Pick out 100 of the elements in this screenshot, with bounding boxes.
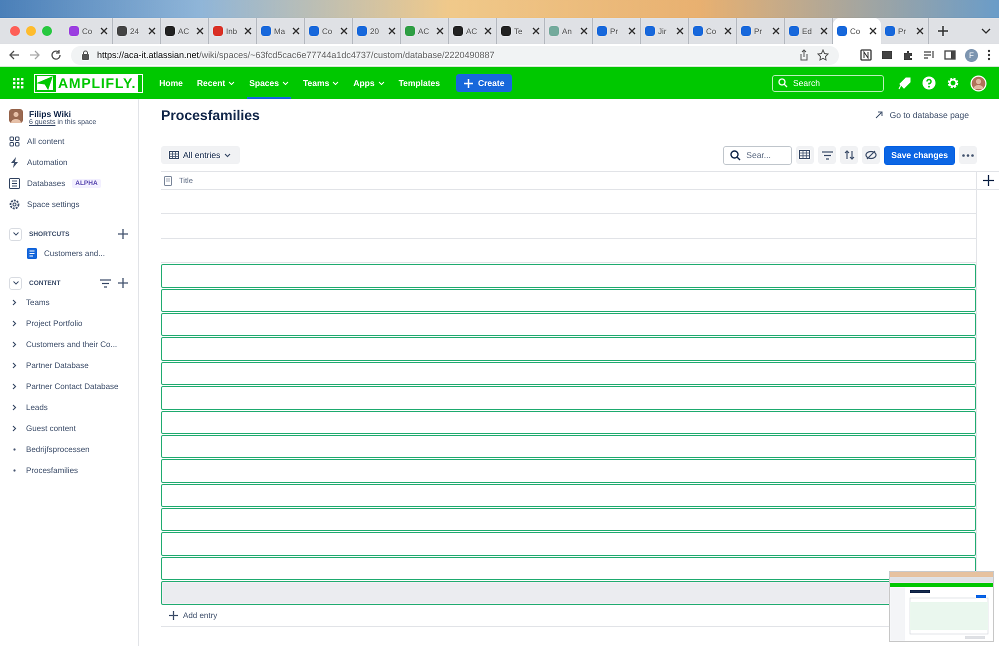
close-icon[interactable] xyxy=(628,27,636,35)
minimize-dot[interactable] xyxy=(26,26,36,36)
add-column-icon[interactable] xyxy=(982,175,994,186)
chevron-down-icon xyxy=(228,80,236,86)
close-icon[interactable] xyxy=(244,27,252,35)
close-icon[interactable] xyxy=(676,27,684,35)
add-icon[interactable] xyxy=(118,229,128,239)
save-changes-button[interactable]: Save changes xyxy=(884,146,955,164)
chevron-right-icon[interactable] xyxy=(12,383,17,390)
chevron-right-icon[interactable] xyxy=(12,320,17,327)
close-icon[interactable] xyxy=(772,27,780,35)
table-row[interactable] xyxy=(161,337,976,361)
page-tree-item[interactable]: Procesfamilies xyxy=(9,460,138,481)
space-name[interactable]: Filips Wiki xyxy=(29,109,96,119)
view-dropdown[interactable]: All entries xyxy=(161,146,240,164)
chevron-right-icon[interactable] xyxy=(12,362,17,369)
lock-icon xyxy=(81,50,90,60)
settings-icon xyxy=(9,199,20,210)
lightning-icon xyxy=(9,157,20,168)
chevron-right-icon[interactable] xyxy=(12,299,17,306)
table-row[interactable] xyxy=(161,459,976,483)
database-page-link[interactable]: Go to database page xyxy=(874,110,969,120)
table-view-button[interactable] xyxy=(796,146,814,164)
sort-icon xyxy=(844,150,855,160)
close-dot[interactable] xyxy=(10,26,20,36)
table-row[interactable] xyxy=(161,508,976,532)
url-text: https://aca-it.atlassian.net/wiki/spaces/~63fcd5cac6e77744a1dc4737/custom/database/2220490887 xyxy=(97,50,495,60)
table-row[interactable] xyxy=(161,312,976,336)
sidebar-icon[interactable] xyxy=(944,49,956,61)
close-icon[interactable] xyxy=(100,27,108,35)
close-icon[interactable] xyxy=(292,27,300,35)
close-icon[interactable] xyxy=(196,27,204,35)
zoom-dot[interactable] xyxy=(42,26,52,36)
close-icon[interactable] xyxy=(820,27,828,35)
page-tree-item[interactable]: Leads xyxy=(9,397,138,418)
close-icon[interactable] xyxy=(916,27,924,35)
table-row[interactable] xyxy=(161,362,976,386)
sidebar-item[interactable]: Space settings xyxy=(9,194,138,215)
paper-plane-icon xyxy=(37,76,53,90)
close-icon[interactable] xyxy=(580,27,588,35)
arrow-up-right-icon xyxy=(874,111,883,119)
page-tree-item[interactable]: Customers and their Co... xyxy=(9,334,138,355)
profile-avatar[interactable]: F xyxy=(965,48,978,62)
table-row[interactable] xyxy=(161,556,976,580)
playlist-icon[interactable] xyxy=(923,49,935,61)
page-tree-item[interactable]: Partner Database xyxy=(9,355,138,376)
browser-tab[interactable]: Co xyxy=(833,18,881,44)
more-button[interactable] xyxy=(959,146,977,164)
page-tree-item[interactable]: Teams xyxy=(9,292,138,313)
table-row[interactable] xyxy=(161,264,976,288)
new-tab-icon[interactable] xyxy=(937,25,949,37)
shortcut-item[interactable]: Customers and... xyxy=(9,243,138,264)
search-field[interactable]: Sear... xyxy=(723,146,792,164)
page-tree-item[interactable]: Project Portfolio xyxy=(9,313,138,334)
extension-icon[interactable] xyxy=(860,49,872,61)
table-icon xyxy=(799,150,812,160)
search-icon xyxy=(778,78,788,88)
page-tree-item[interactable]: Partner Contact Database xyxy=(9,376,138,397)
extension-icon[interactable] xyxy=(881,49,893,61)
close-icon[interactable] xyxy=(436,27,444,35)
avatar[interactable] xyxy=(970,74,987,92)
eye-off-icon xyxy=(865,150,878,160)
collapse-button[interactable] xyxy=(9,228,22,240)
chevron-right-icon[interactable] xyxy=(12,341,17,348)
table-row[interactable] xyxy=(161,386,976,410)
chevron-right-icon[interactable] xyxy=(12,425,17,432)
address-bar[interactable]: https://aca-it.atlassian.net/wiki/spaces/~63fcd5cac6e77744a1dc4737/custom/database/2220490887 xyxy=(71,46,839,64)
more-icon[interactable] xyxy=(987,49,991,61)
sort-button[interactable] xyxy=(840,146,858,164)
puzzle-icon[interactable] xyxy=(902,49,914,61)
app-switcher-icon[interactable] xyxy=(12,77,24,89)
close-icon[interactable] xyxy=(340,27,348,35)
table-row[interactable] xyxy=(161,484,976,508)
sidebar-item[interactable]: Automation xyxy=(9,152,138,173)
hide-fields-button[interactable] xyxy=(862,146,880,164)
table-row[interactable] xyxy=(161,288,976,312)
close-icon[interactable] xyxy=(724,27,732,35)
table-row[interactable] xyxy=(161,410,976,434)
page-tree-item[interactable]: Guest content xyxy=(9,418,138,439)
filter-icon xyxy=(822,150,833,160)
filter-icon[interactable] xyxy=(100,278,111,288)
share-icon[interactable] xyxy=(798,49,810,61)
close-icon[interactable] xyxy=(869,27,877,35)
chevron-right-icon[interactable] xyxy=(12,404,17,411)
chevron-down-icon[interactable] xyxy=(981,28,991,34)
close-icon[interactable] xyxy=(148,27,156,35)
table-row[interactable] xyxy=(161,532,976,556)
sidebar-item[interactable]: All content xyxy=(9,131,138,152)
create-button[interactable]: Create xyxy=(456,74,512,92)
filter-button[interactable] xyxy=(818,146,836,164)
close-icon[interactable] xyxy=(484,27,492,35)
reload-icon[interactable] xyxy=(50,49,62,61)
back-icon[interactable] xyxy=(8,49,20,61)
add-icon[interactable] xyxy=(118,278,128,288)
close-icon[interactable] xyxy=(388,27,396,35)
close-icon[interactable] xyxy=(532,27,540,35)
page-tree-item[interactable]: Bedrijfsprocessen xyxy=(9,439,138,460)
collapse-button[interactable] xyxy=(9,276,22,290)
table-row[interactable] xyxy=(161,434,976,458)
star-icon[interactable] xyxy=(817,49,829,61)
